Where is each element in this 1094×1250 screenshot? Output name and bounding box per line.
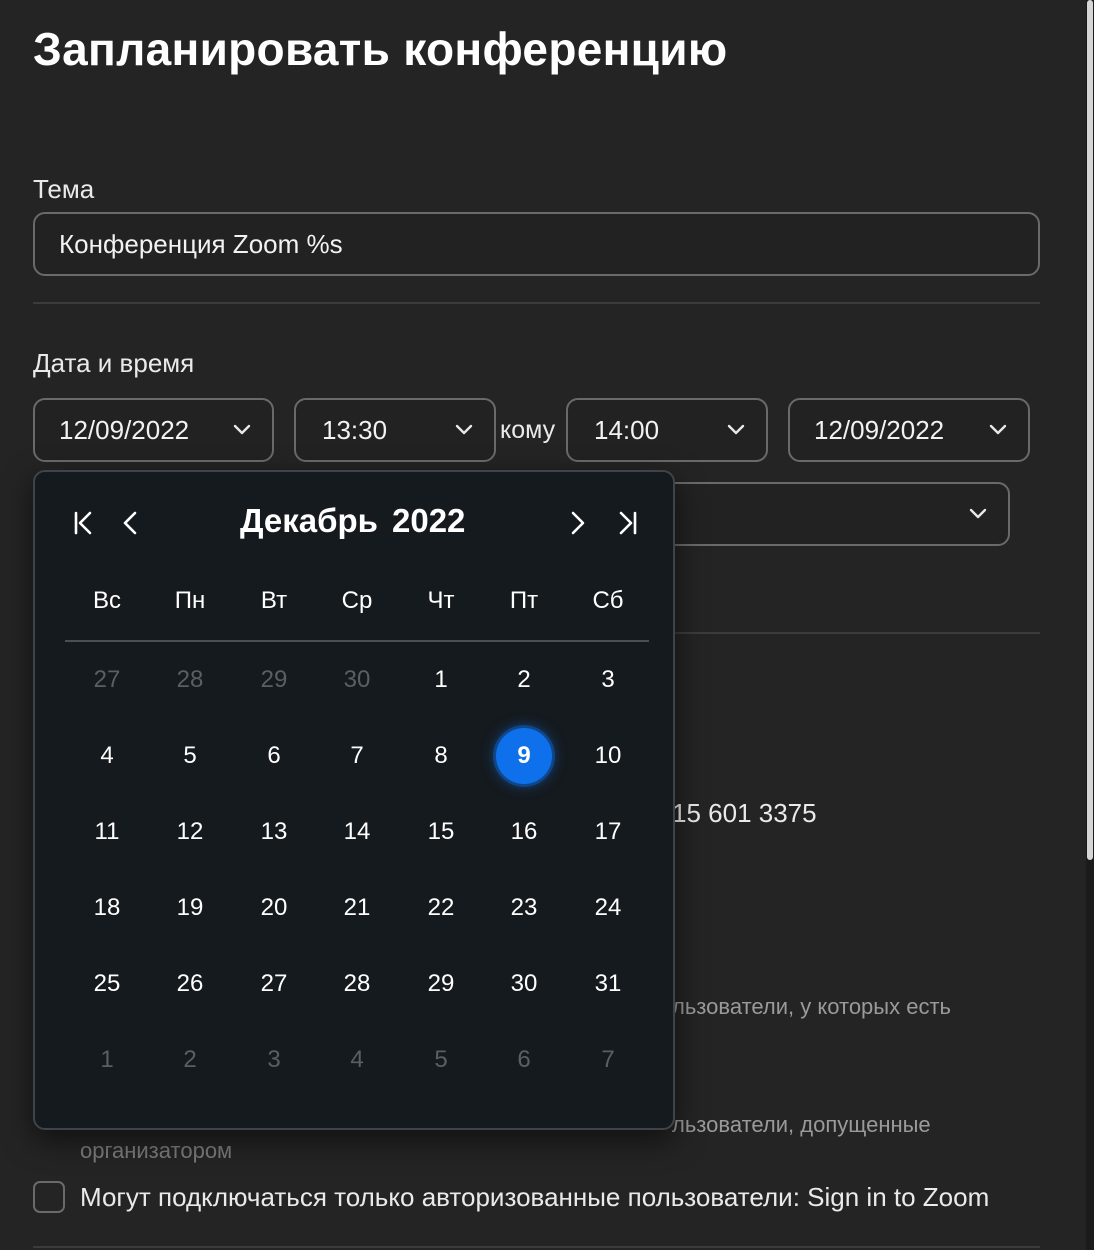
calendar-day[interactable]: 18 bbox=[79, 880, 135, 936]
option-description: организатором bbox=[80, 1138, 233, 1163]
first-page-icon bbox=[74, 511, 92, 535]
chevron-right-icon bbox=[571, 511, 585, 535]
chevron-down-icon bbox=[989, 424, 1007, 435]
calendar-day[interactable]: 10 bbox=[580, 728, 636, 784]
calendar-day[interactable]: 4 bbox=[79, 728, 135, 784]
calendar-day-outside-month[interactable]: 5 bbox=[413, 1032, 469, 1088]
calendar-day[interactable]: 2 bbox=[496, 652, 552, 708]
weekday-header: Пт bbox=[509, 587, 539, 614]
end-time-value: 14:00 bbox=[594, 414, 660, 445]
calendar-month: Декабрь bbox=[240, 502, 378, 539]
option-description: льзователи, у которых есть bbox=[672, 994, 951, 1019]
calendar-day[interactable]: 17 bbox=[580, 804, 636, 860]
chevron-down-icon bbox=[727, 424, 745, 435]
start-time-value: 13:30 bbox=[322, 414, 388, 445]
calendar-day-outside-month[interactable]: 7 bbox=[580, 1032, 636, 1088]
calendar-day[interactable]: 19 bbox=[162, 880, 218, 936]
chevron-left-icon bbox=[123, 511, 137, 535]
weekday-header: Вс bbox=[92, 587, 121, 614]
last-page-icon bbox=[619, 511, 637, 535]
calendar-year: 2022 bbox=[392, 502, 466, 539]
calendar-day-outside-month[interactable]: 28 bbox=[162, 652, 218, 708]
calendar-day[interactable]: 24 bbox=[580, 880, 636, 936]
weekday-header: Вт bbox=[260, 587, 288, 614]
first-month-button[interactable] bbox=[66, 505, 102, 541]
calendar-day[interactable]: 7 bbox=[329, 728, 385, 784]
calendar-day[interactable]: 16 bbox=[496, 804, 552, 860]
calendar-day[interactable]: 23 bbox=[496, 880, 552, 936]
meeting-id-fragment: 15 601 3375 bbox=[672, 798, 817, 828]
section-divider bbox=[33, 1246, 1040, 1248]
calendar-divider bbox=[65, 640, 649, 642]
calendar-day[interactable]: 1 bbox=[413, 652, 469, 708]
prev-month-button[interactable] bbox=[113, 505, 149, 541]
auth-only-label: Могут подключаться только авторизованные… bbox=[80, 1182, 990, 1212]
calendar-day[interactable]: 26 bbox=[162, 956, 218, 1012]
calendar-day[interactable]: 12 bbox=[162, 804, 218, 860]
calendar-day[interactable]: 27 bbox=[246, 956, 302, 1012]
scrollbar-thumb[interactable] bbox=[1087, 0, 1093, 860]
calendar-day[interactable]: 25 bbox=[79, 956, 135, 1012]
end-time-dropdown[interactable]: 14:00 bbox=[566, 398, 768, 462]
calendar-day[interactable]: 31 bbox=[580, 956, 636, 1012]
calendar-day[interactable]: 28 bbox=[329, 956, 385, 1012]
calendar-day-outside-month[interactable]: 1 bbox=[79, 1032, 135, 1088]
calendar-day[interactable]: 20 bbox=[246, 880, 302, 936]
calendar-day-outside-month[interactable]: 27 bbox=[79, 652, 135, 708]
page-title: Запланировать конференцию bbox=[33, 23, 728, 75]
datetime-label: Дата и время bbox=[33, 348, 195, 378]
weekday-header: Пн bbox=[174, 587, 206, 614]
weekday-header: Ср bbox=[341, 587, 373, 614]
calendar-day-outside-month[interactable]: 3 bbox=[246, 1032, 302, 1088]
calendar-day-outside-month[interactable]: 4 bbox=[329, 1032, 385, 1088]
calendar-day-outside-month[interactable]: 29 bbox=[246, 652, 302, 708]
calendar-day[interactable]: 21 bbox=[329, 880, 385, 936]
calendar-day-outside-month[interactable]: 30 bbox=[329, 652, 385, 708]
calendar-day[interactable]: 15 bbox=[413, 804, 469, 860]
calendar-day[interactable]: 8 bbox=[413, 728, 469, 784]
end-date-dropdown[interactable]: 12/09/2022 bbox=[788, 398, 1030, 462]
calendar-day[interactable]: 3 bbox=[580, 652, 636, 708]
end-date-value: 12/09/2022 bbox=[814, 414, 945, 445]
to-label: кому bbox=[500, 416, 556, 444]
chevron-down-icon bbox=[233, 424, 251, 435]
calendar-day[interactable]: 6 bbox=[246, 728, 302, 784]
chevron-down-icon bbox=[969, 508, 987, 519]
weekday-header: Чт bbox=[427, 587, 455, 614]
start-date-value: 12/09/2022 bbox=[59, 414, 190, 445]
section-divider bbox=[33, 302, 1040, 304]
start-date-dropdown[interactable]: 12/09/2022 bbox=[33, 398, 274, 462]
calendar-day[interactable]: 22 bbox=[413, 880, 469, 936]
topic-label: Тема bbox=[33, 174, 95, 204]
topic-input[interactable]: Конференция Zoom %s bbox=[33, 212, 1040, 276]
date-picker-popup: Декабрь 2022 Вс Пн Вт Ср Чт Пт Сб 27 28 29… bbox=[33, 470, 675, 1130]
calendar-day-outside-month[interactable]: 2 bbox=[162, 1032, 218, 1088]
weekday-header: Сб bbox=[592, 587, 624, 614]
calendar-day[interactable]: 11 bbox=[79, 804, 135, 860]
next-month-button[interactable] bbox=[559, 505, 595, 541]
calendar-day-selected[interactable]: 9 bbox=[496, 728, 552, 784]
auth-only-checkbox[interactable] bbox=[33, 1181, 65, 1213]
calendar-day[interactable]: 5 bbox=[162, 728, 218, 784]
calendar-day[interactable]: 29 bbox=[413, 956, 469, 1012]
last-month-button[interactable] bbox=[609, 505, 645, 541]
topic-input-value: Конференция Zoom %s bbox=[59, 228, 343, 259]
calendar-day[interactable]: 30 bbox=[496, 956, 552, 1012]
calendar-day[interactable]: 14 bbox=[329, 804, 385, 860]
calendar-day-outside-month[interactable]: 6 bbox=[496, 1032, 552, 1088]
chevron-down-icon bbox=[455, 424, 473, 435]
start-time-dropdown[interactable]: 13:30 bbox=[294, 398, 496, 462]
calendar-day[interactable]: 13 bbox=[246, 804, 302, 860]
option-description: льзователи, допущенные bbox=[672, 1112, 931, 1137]
